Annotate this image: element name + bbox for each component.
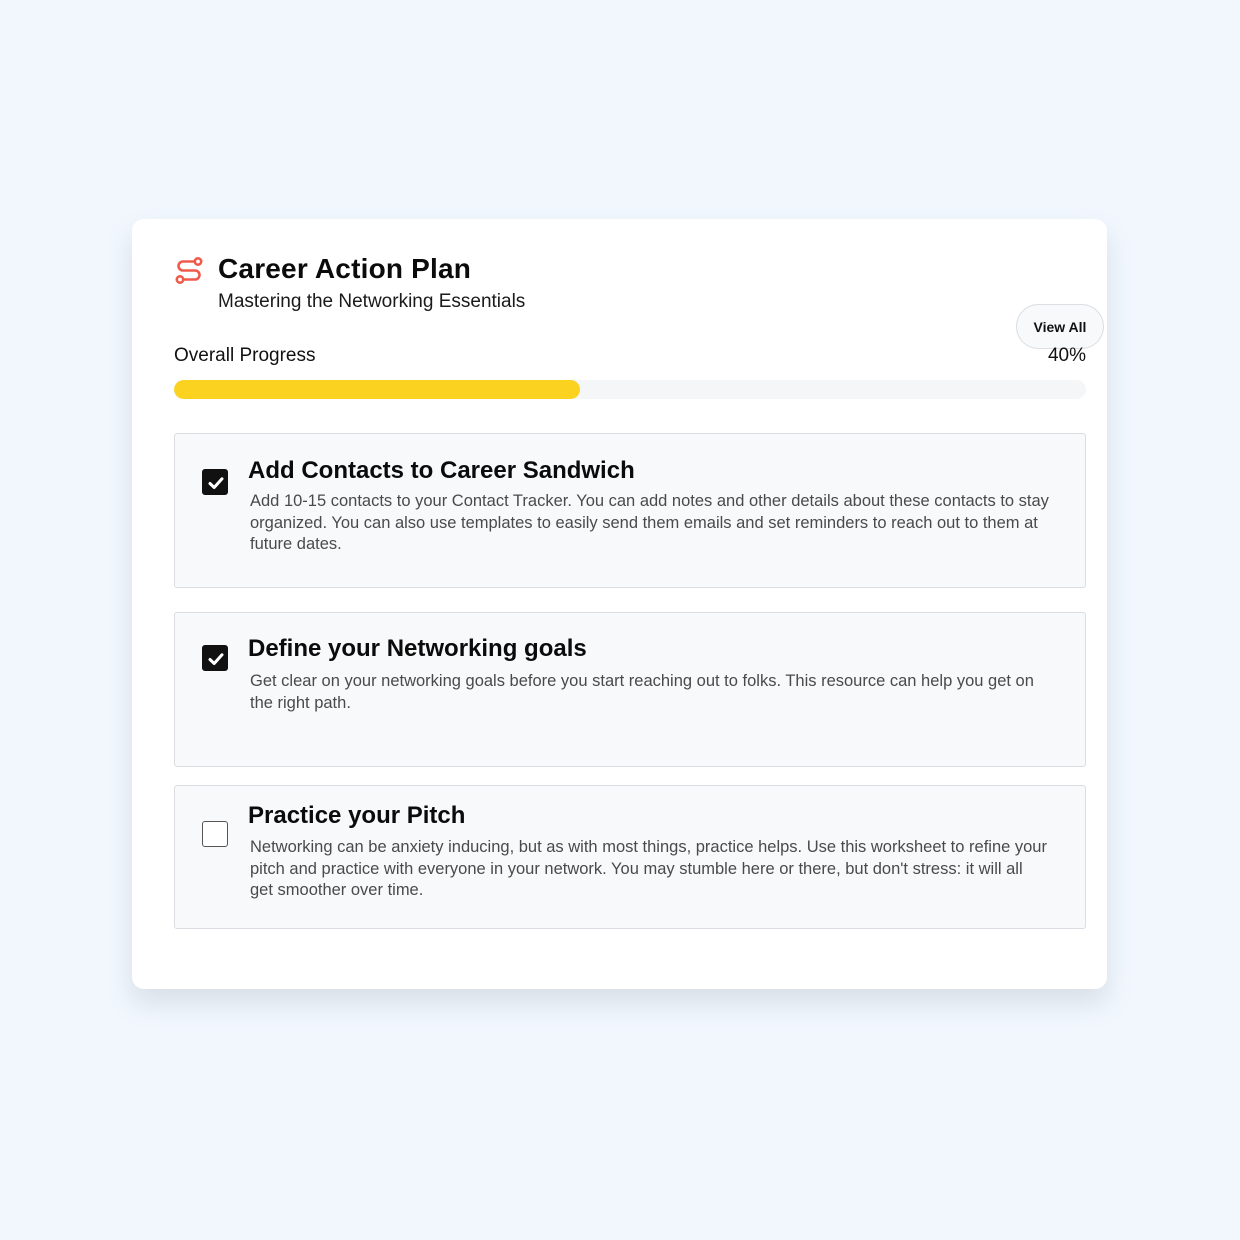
task-description: Add 10-15 contacts to your Contact Track… [250,492,1049,553]
task-card: Define your Networking goals Get clear o… [174,612,1086,767]
action-plan-card: Career Action Plan Mastering the Network… [132,219,1107,989]
task-title: Add Contacts to Career Sandwich [248,457,635,484]
checkmark-icon [208,653,224,665]
task-description: Get clear on your networking goals befor… [250,672,1034,712]
task-title: Practice your Pitch [248,802,466,829]
progress-bar [174,380,1086,399]
task-card: Add Contacts to Career Sandwich Add 10-1… [174,433,1086,588]
task-description: Networking can be anxiety inducing, but … [250,838,1047,899]
checkmark-icon [208,477,224,489]
task-checkbox[interactable] [202,821,228,847]
page-subtitle: Mastering the Networking Essentials [218,291,526,312]
task-checkbox[interactable] [202,645,228,671]
progress-label: Overall Progress [174,345,316,366]
task-title: Define your Networking goals [248,635,587,662]
route-icon [175,256,203,284]
progress-bar-fill [174,380,580,399]
task-checkbox[interactable] [202,469,228,495]
task-card: Practice your Pitch Networking can be an… [174,785,1086,929]
card-header: Career Action Plan Mastering the Network… [174,253,1104,349]
progress-percentage: 40% [1047,345,1086,366]
view-all-button[interactable]: View All [1016,304,1104,349]
page-title: Career Action Plan [218,253,472,284]
